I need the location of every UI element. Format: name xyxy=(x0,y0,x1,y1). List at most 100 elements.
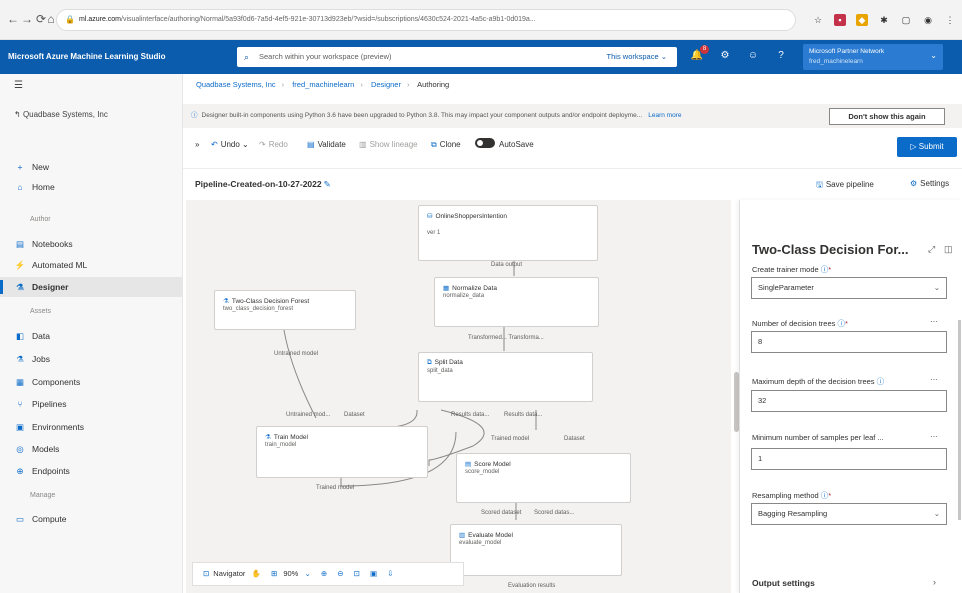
breadcrumb-designer[interactable]: Designer xyxy=(371,80,401,89)
min-samples-input[interactable]: 1 xyxy=(751,448,947,470)
info-icon[interactable]: ⓘ xyxy=(837,319,845,328)
more-icon[interactable]: ⋯ xyxy=(930,375,938,384)
extension-icon[interactable]: ▪ xyxy=(834,14,846,26)
account-menu[interactable]: Microsoft Partner Network fred_machinele… xyxy=(803,44,943,70)
score-model-node[interactable]: ▤ Score Model score_model xyxy=(456,453,631,503)
dataset-node[interactable]: ⛁ OnlineShoppersIntention ver 1 xyxy=(418,205,598,261)
sidebar-item-designer[interactable]: ⚗ Designer xyxy=(0,277,183,297)
output-settings-section[interactable]: Output settings xyxy=(752,578,815,588)
field-label-num-trees: Number of decision trees ⓘ* xyxy=(752,319,848,328)
info-icon[interactable]: ⓘ xyxy=(877,377,885,386)
port-label: Evaluation results xyxy=(508,583,556,589)
feedback-icon[interactable]: ☺ xyxy=(746,49,760,63)
normalize-data-node[interactable]: ▦ Normalize Data normalize_data xyxy=(434,277,599,327)
module-icon: ▤ xyxy=(465,461,472,468)
back-icon[interactable]: ← xyxy=(6,12,20,26)
navigator-icon[interactable]: ⊡ xyxy=(203,569,209,578)
edit-icon[interactable]: ✎ xyxy=(324,179,331,189)
layout-icon[interactable]: ⇩ xyxy=(387,569,393,578)
panel-toggle-icon[interactable]: ◫ xyxy=(944,244,953,255)
sidebar-item-endpoints[interactable]: ⊕ Endpoints xyxy=(0,461,183,481)
sidebar-item-components[interactable]: ▦ Components xyxy=(0,372,183,392)
sidebar-item-data[interactable]: ◧ Data xyxy=(0,326,183,346)
zoom-in-icon[interactable]: ⊕ xyxy=(321,569,327,578)
sidebar-item-environments[interactable]: ▣ Environments xyxy=(0,417,183,437)
expand-icon[interactable]: ⤢ xyxy=(928,244,935,255)
sidebar-item-home[interactable]: ⌂ Home xyxy=(0,177,183,197)
extensions-icon[interactable]: ✱ xyxy=(878,14,890,26)
split-data-node[interactable]: ⧉ Split Data split_data xyxy=(418,352,593,402)
field-label-resampling: Resampling method ⓘ* xyxy=(752,491,832,500)
breadcrumb-ml-workspace[interactable]: fred_machinelearn xyxy=(292,80,354,89)
search-input[interactable]: ⌕ Search within your workspace (preview)… xyxy=(237,47,677,67)
search-scope-dropdown[interactable]: This workspace ⌄ xyxy=(607,47,667,67)
dont-show-again-button[interactable]: Don't show this again xyxy=(829,108,945,125)
address-bar[interactable]: 🔒 ml.azure.com/visualinterface/authoring… xyxy=(56,9,796,31)
settings-icon[interactable]: ⚙ xyxy=(718,49,732,63)
save-pipeline-button[interactable]: 🖫 Save pipeline xyxy=(816,179,874,193)
home-icon: ⌂ xyxy=(17,182,23,192)
num-trees-input[interactable]: 8 xyxy=(751,331,947,353)
submit-label: Submit xyxy=(918,142,944,151)
submit-button[interactable]: ▷ Submit xyxy=(897,137,957,157)
profile-icon[interactable]: ◉ xyxy=(922,14,934,26)
expand-icon[interactable]: » xyxy=(195,138,199,152)
forward-icon[interactable]: → xyxy=(20,12,34,26)
favorite-icon[interactable]: ☆ xyxy=(812,14,824,26)
sidebar-item-pipelines[interactable]: ⑂ Pipelines xyxy=(0,394,183,414)
chevron-down-icon[interactable]: ⌄ xyxy=(304,569,310,578)
navigator-label[interactable]: Navigator xyxy=(213,569,245,578)
pipeline-name[interactable]: Pipeline-Created-on-10-27-2022 ✎ xyxy=(195,179,331,190)
select-icon[interactable]: ⊞ xyxy=(271,569,277,578)
clone-button[interactable]: ⧉ Clone xyxy=(431,138,461,152)
evaluate-model-node[interactable]: ▥ Evaluate Model evaluate_model xyxy=(450,524,622,576)
panel-scrollbar[interactable] xyxy=(958,320,961,520)
validate-button[interactable]: ▤ Validate xyxy=(307,138,346,152)
node-title: OnlineShoppersIntention xyxy=(435,213,508,220)
more-icon[interactable]: ⋮ xyxy=(944,14,956,26)
learn-more-link[interactable]: Learn more xyxy=(648,112,681,119)
component-details-panel: Two-Class Decision For... ⤢ ◫ Create tra… xyxy=(739,200,962,593)
nav-label: Pipelines xyxy=(32,399,67,409)
node-title: Normalize Data xyxy=(452,285,497,292)
sidebar-item-automated-ml[interactable]: ⚡ Automated ML xyxy=(0,255,183,275)
help-icon[interactable]: ? xyxy=(774,49,788,63)
settings-button[interactable]: ⚙ Settings xyxy=(910,179,949,188)
port-label: Dataset xyxy=(564,436,585,442)
sidebar-item-notebooks[interactable]: ▤ Notebooks xyxy=(0,234,183,254)
decision-forest-node[interactable]: ⚗ Two-Class Decision Forest two_class_dec… xyxy=(214,290,356,330)
train-model-node[interactable]: ⚗ Train Model train_model xyxy=(256,426,428,478)
autosave-toggle[interactable]: AutoSave xyxy=(475,138,534,152)
collections-icon[interactable]: ▢ xyxy=(900,14,912,26)
minimap-icon[interactable]: ▣ xyxy=(370,569,377,578)
undo-button[interactable]: ↶ Undo ⌄ xyxy=(211,138,249,152)
more-icon[interactable]: ⋯ xyxy=(930,432,938,441)
nav-section-assets: Assets xyxy=(30,308,52,315)
toggle-switch[interactable] xyxy=(475,138,495,148)
node-title: Two-Class Decision Forest xyxy=(231,298,310,305)
pipeline-canvas[interactable]: ⛁ OnlineShoppersIntention ver 1 Data outp… xyxy=(186,200,731,593)
max-depth-input[interactable]: 32 xyxy=(751,390,947,412)
zoom-level[interactable]: 90% xyxy=(283,569,298,578)
show-lineage-button[interactable]: ▥ Show lineage xyxy=(359,138,418,152)
sidebar-item-models[interactable]: ◎ Models xyxy=(0,439,183,459)
sidebar-item-compute[interactable]: ▭ Compute xyxy=(0,509,183,529)
more-icon[interactable]: ⋯ xyxy=(930,317,938,326)
chevron-right-icon[interactable]: › xyxy=(933,577,936,587)
app-name[interactable]: Microsoft Azure Machine Learning Studio xyxy=(8,52,166,61)
validate-icon: ▤ xyxy=(307,140,315,149)
pan-icon[interactable]: ✋ xyxy=(252,569,261,578)
workspace-link[interactable]: ↰ Quadbase Systems, Inc xyxy=(14,110,108,119)
notifications-icon[interactable]: 🔔 8 xyxy=(690,45,709,63)
extension-icon[interactable]: ◆ xyxy=(856,14,868,26)
redo-button[interactable]: ↷ Redo xyxy=(259,138,288,152)
sidebar-item-jobs[interactable]: ⚗ Jobs xyxy=(0,349,183,369)
fit-icon[interactable]: ⊡ xyxy=(354,569,360,578)
jobs-icon: ⚗ xyxy=(16,354,24,364)
breadcrumb-workspace[interactable]: Quadbase Systems, Inc xyxy=(196,80,276,89)
hamburger-icon[interactable]: ☰ xyxy=(14,80,23,91)
sidebar-item-new[interactable]: + New xyxy=(0,157,183,177)
trainer-mode-dropdown[interactable]: SingleParameter ⌄ xyxy=(751,277,947,299)
zoom-out-icon[interactable]: ⊖ xyxy=(337,569,343,578)
resampling-dropdown[interactable]: Bagging Resampling ⌄ xyxy=(751,503,947,525)
